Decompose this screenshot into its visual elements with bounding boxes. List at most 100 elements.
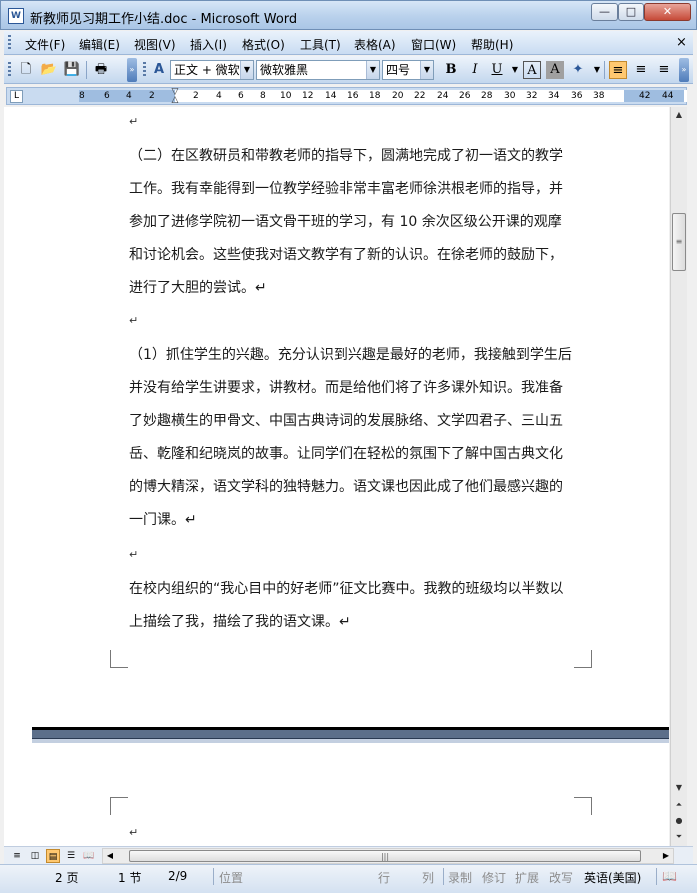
close-document-icon[interactable]: × [676, 35, 687, 50]
status-extend[interactable]: 扩展 [515, 869, 539, 886]
maximize-button[interactable]: □ [618, 3, 644, 21]
vertical-scroll-thumb[interactable]: ≡ [672, 213, 686, 271]
character-shading-button[interactable]: A [546, 61, 564, 79]
italic-button[interactable]: I [466, 61, 484, 79]
web-layout-view-icon[interactable]: ◫ [28, 849, 42, 863]
menu-window[interactable]: 窗口(W) [411, 36, 456, 53]
underline-button[interactable]: U [488, 61, 506, 79]
chevron-down-icon[interactable]: ▼ [366, 61, 379, 79]
status-track-changes[interactable]: 修订 [482, 869, 506, 886]
paragraph-teaching-work[interactable]: （二）在区教研员和带教老师的指导下，圆满地完成了初一语文的教学工作。我有幸能得到… [129, 140, 574, 305]
font-size-combo[interactable]: 四号 ▼ [382, 60, 434, 80]
chevron-down-icon[interactable]: ▼ [420, 61, 433, 79]
ruler-tick: 4 [216, 91, 222, 101]
menu-help[interactable]: 帮助(H) [471, 36, 513, 53]
ruler-tick: 6 [104, 91, 110, 101]
crop-mark-bottom-right [574, 650, 592, 668]
outline-view-icon[interactable]: ☰ [64, 849, 78, 863]
scroll-right-arrow-icon[interactable]: ▶ [659, 849, 673, 863]
status-language[interactable]: 英语(美国) [584, 869, 641, 886]
menu-view[interactable]: 视图(V) [134, 36, 176, 53]
ruler-tick: 38 [593, 91, 605, 101]
status-line: 行 [378, 871, 391, 885]
toolbar-divider-2 [604, 61, 605, 79]
ruler-tick: 4 [126, 91, 132, 101]
status-divider [443, 868, 444, 885]
select-browse-object-icon[interactable]: ● [671, 813, 687, 829]
word-app-icon[interactable]: W [8, 8, 24, 24]
ruler-tick: 36 [571, 91, 583, 101]
tab-selector[interactable]: L [10, 90, 23, 103]
ruler-tick: 16 [347, 91, 359, 101]
horizontal-ruler[interactable]: L 8 6 4 2 2 4 6 8 10 12 14 16 18 20 22 2… [6, 87, 687, 105]
crop-mark-bottom-left [110, 650, 128, 668]
menu-format[interactable]: 格式(O) [242, 36, 285, 53]
minimize-button[interactable]: — [591, 3, 618, 21]
indent-marker-icon[interactable]: ▽ △ [170, 88, 180, 105]
vertical-scrollbar[interactable]: ▲ ≡ ▼ ⏶ ● ⏷ [670, 107, 687, 846]
page-boundary-shadow [32, 739, 669, 743]
font-combo[interactable]: 微软雅黑 ▼ [256, 60, 380, 80]
previous-page-icon[interactable]: ⏶ [671, 797, 687, 813]
ruler-tick: 10 [280, 91, 292, 101]
scroll-down-arrow-icon[interactable]: ▼ [671, 780, 687, 796]
underline-dropdown-chevron-icon[interactable]: ▼ [506, 61, 524, 79]
close-button[interactable]: ✕ [644, 3, 691, 21]
menu-edit[interactable]: 编辑(E) [79, 36, 120, 53]
ruler-tick: 18 [369, 91, 381, 101]
character-border-button[interactable]: A [523, 61, 541, 79]
ruler-tick: 24 [437, 91, 449, 101]
ruler-tick: 26 [459, 91, 471, 101]
menu-file[interactable]: 文件(F) [25, 36, 65, 53]
new-document-icon[interactable]: 🗋 [17, 61, 35, 79]
menu-grip-handle[interactable] [8, 35, 11, 50]
status-page: 2 页 [55, 871, 79, 885]
menu-insert[interactable]: 插入(I) [190, 36, 227, 53]
horizontal-scroll-thumb[interactable]: ||| [129, 850, 641, 862]
spelling-check-icon[interactable]: 📖 [662, 869, 677, 883]
paragraph-student-interest[interactable]: （1）抓住学生的兴趣。充分认识到兴趣是最好的老师，我接触到学生后并没有给学生讲要… [129, 339, 574, 537]
toolbar-options-chevron-icon-2[interactable]: » [679, 58, 689, 82]
status-overtype[interactable]: 改写 [549, 869, 573, 886]
paragraph-mark: ↵ [129, 115, 139, 128]
align-center-button[interactable]: ≡ [632, 61, 650, 79]
open-folder-icon[interactable]: 📂 [40, 61, 58, 79]
ruler-tick: 28 [481, 91, 493, 101]
view-and-scroll-row: ≡ ◫ ▤ ☰ 📖 ◀ ||| ▶ [4, 846, 693, 864]
toolbar-grip-handle[interactable] [8, 62, 11, 78]
window-title: 新教师见习期工作小结.doc - Microsoft Word [30, 12, 298, 27]
align-right-button[interactable]: ≡ [655, 61, 673, 79]
print-icon[interactable]: 🖶 [92, 61, 110, 79]
status-section: 1 节 [118, 871, 142, 885]
ruler-tick: 12 [302, 91, 314, 101]
ruler-tick: 20 [392, 91, 404, 101]
print-layout-view-icon[interactable]: ▤ [46, 849, 60, 863]
reading-layout-view-icon[interactable]: 📖 [82, 849, 96, 863]
align-left-button[interactable]: ≡ [609, 61, 627, 79]
ruler-tick: 2 [149, 91, 155, 101]
toolbar-options-chevron-icon[interactable]: » [127, 58, 137, 82]
scroll-left-arrow-icon[interactable]: ◀ [103, 849, 117, 863]
scroll-up-arrow-icon[interactable]: ▲ [671, 107, 687, 123]
ruler-tick: 30 [504, 91, 516, 101]
menu-table[interactable]: 表格(A) [354, 36, 396, 53]
menu-tools[interactable]: 工具(T) [300, 36, 341, 53]
status-position: 位置 [219, 871, 244, 885]
document-page[interactable]: ↵ （二）在区教研员和带教老师的指导下，圆满地完成了初一语文的教学工作。我有幸能… [4, 107, 669, 846]
toolbar-grip-handle-2[interactable] [143, 62, 146, 78]
normal-view-icon[interactable]: ≡ [10, 849, 24, 863]
style-combo[interactable]: 正文 + 微软 ▼ [170, 60, 254, 80]
text-effects-icon[interactable]: ✦ [569, 61, 587, 79]
bold-button[interactable]: B [442, 61, 460, 79]
ruler-tick: 34 [548, 91, 560, 101]
crop-mark-top-right [574, 797, 592, 815]
horizontal-scrollbar[interactable]: ◀ ||| ▶ [102, 848, 674, 864]
paragraph-essay-contest[interactable]: 在校内组织的“我心目中的好老师”征文比赛中。我教的班级均以半数以上描绘了我，描绘… [129, 573, 574, 639]
chevron-down-icon[interactable]: ▼ [240, 61, 253, 79]
ruler-right-margin [624, 90, 684, 102]
next-page-icon[interactable]: ⏷ [671, 829, 687, 845]
save-icon[interactable]: 💾 [63, 61, 81, 79]
status-record[interactable]: 录制 [448, 869, 472, 886]
styles-pane-icon[interactable]: A [150, 61, 168, 79]
ruler-tick: 14 [325, 91, 337, 101]
